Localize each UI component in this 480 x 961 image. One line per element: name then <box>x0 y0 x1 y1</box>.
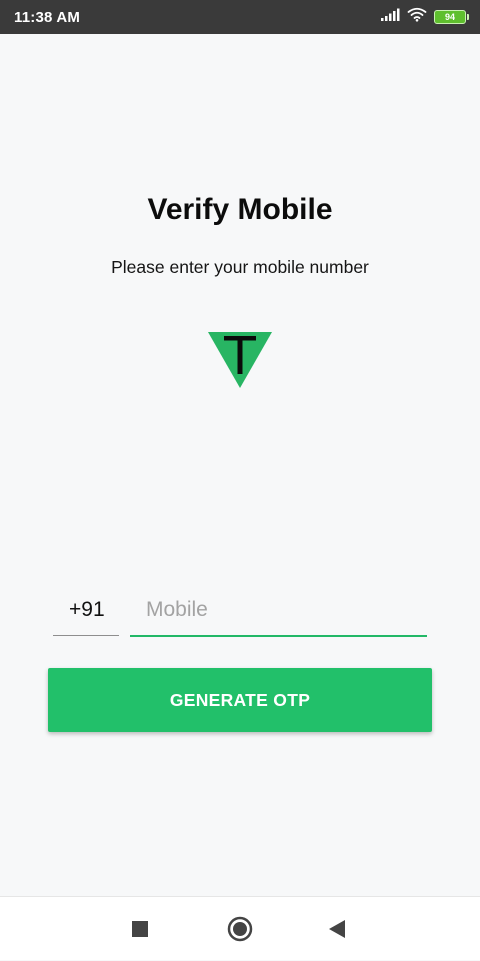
signal-icon <box>380 8 400 27</box>
page-title: Verify Mobile <box>147 193 333 226</box>
country-code-field[interactable]: +91 <box>53 590 119 636</box>
recents-square-icon[interactable] <box>110 897 170 961</box>
t-triangle-logo-icon <box>207 330 273 390</box>
status-icons: 94 <box>380 7 469 27</box>
page-subtitle: Please enter your mobile number <box>111 257 369 277</box>
battery-icon: 94 <box>434 10 469 24</box>
mobile-input[interactable] <box>130 590 427 637</box>
back-triangle-icon[interactable] <box>307 897 367 961</box>
navigation-bar <box>0 896 480 960</box>
status-time: 11:38 AM <box>14 8 81 26</box>
status-bar: 11:38 AM 94 <box>0 0 480 34</box>
wifi-icon <box>407 7 427 27</box>
generate-otp-button[interactable]: GENERATE OTP <box>48 668 432 732</box>
home-circle-icon[interactable] <box>210 897 270 961</box>
